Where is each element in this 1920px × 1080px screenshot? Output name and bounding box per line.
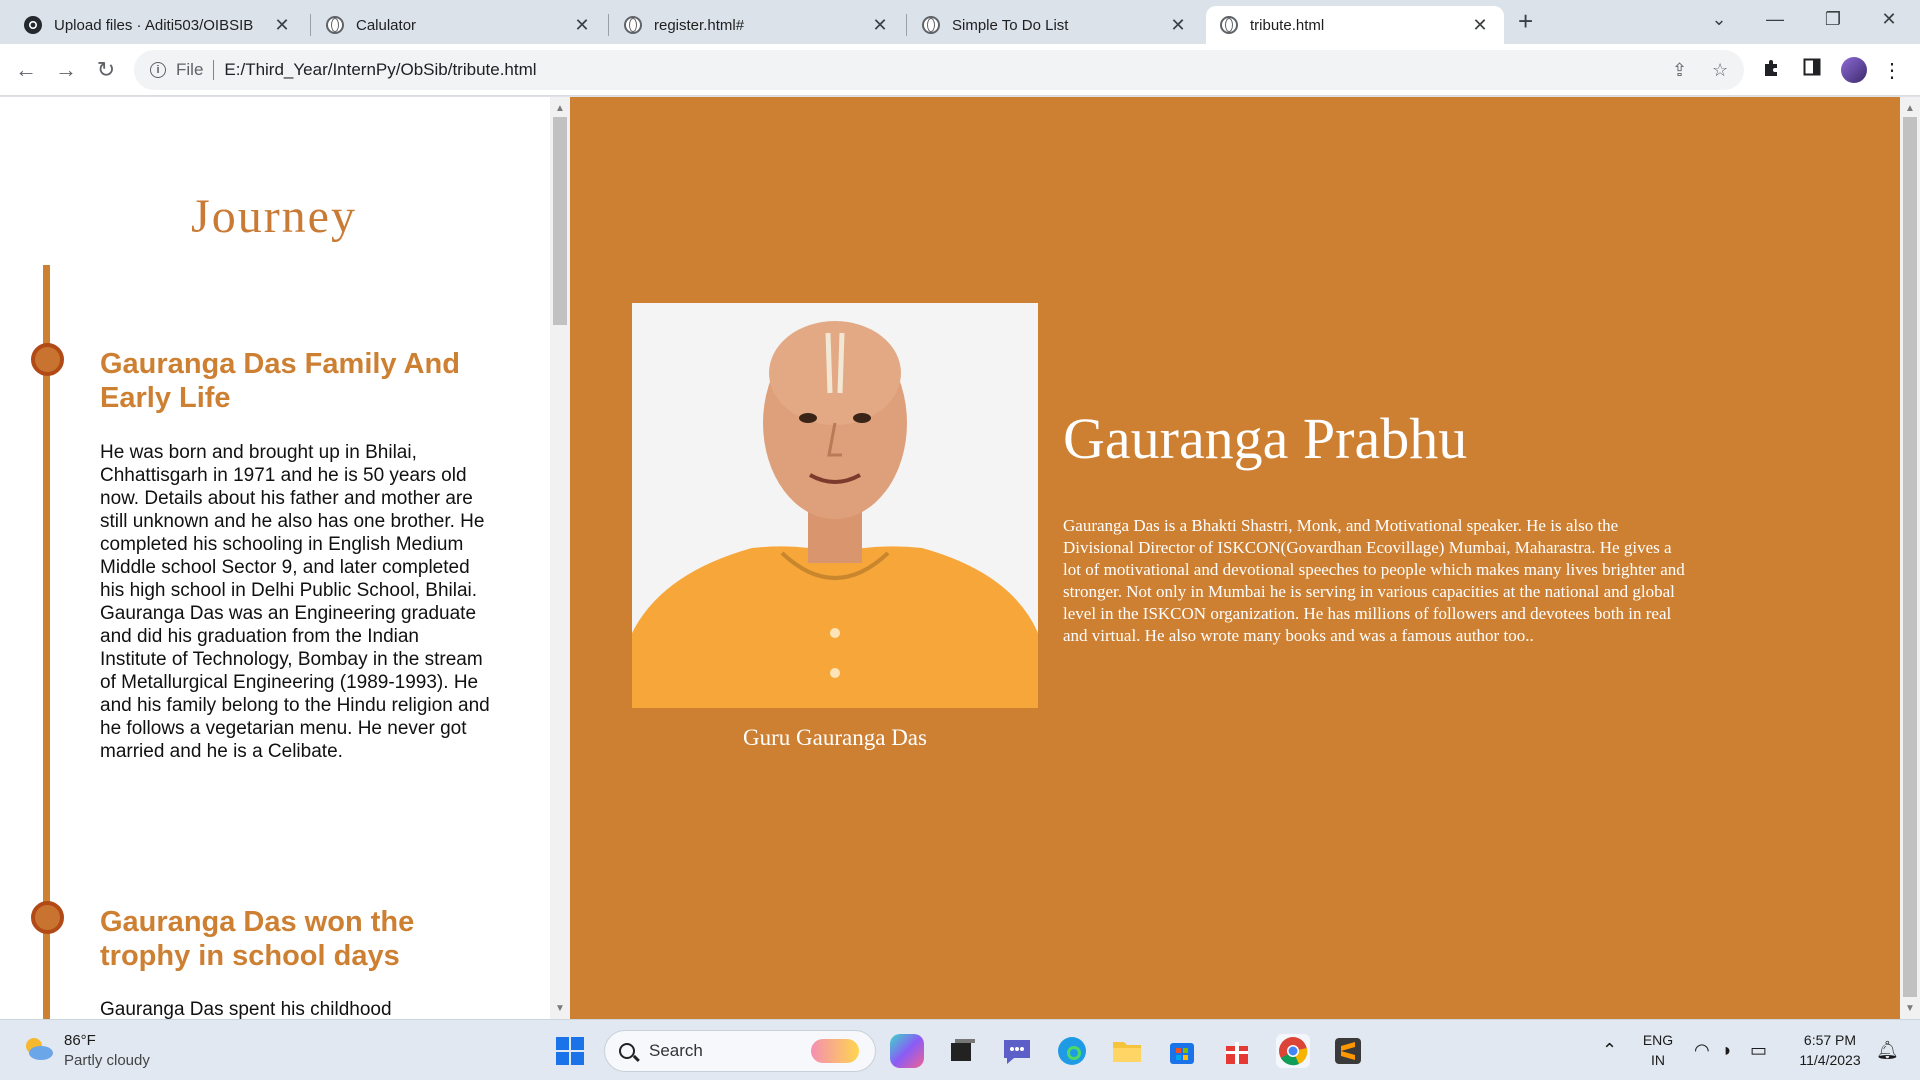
tab-label: tribute.html [1250, 16, 1325, 34]
task-view-icon[interactable] [945, 1034, 979, 1068]
tab-register[interactable]: register.html# ✕ [610, 6, 904, 44]
wifi-icon[interactable]: ◠ [1694, 1040, 1710, 1061]
weather-description[interactable]: Partly cloudy [64, 1052, 150, 1069]
portrait-caption: Guru Gauranga Das [743, 725, 927, 750]
scroll-down-arrow-icon[interactable]: ▼ [1905, 1003, 1915, 1014]
tab-divider [310, 14, 311, 36]
globe-icon [922, 16, 940, 34]
close-icon[interactable]: ✕ [1470, 15, 1490, 36]
browser-toolbar: ← → ↻ i File E:/Third_Year/InternPy/ObSi… [0, 44, 1920, 96]
sublime-text-icon[interactable] [1331, 1034, 1365, 1068]
teams-chat-icon[interactable] [1000, 1034, 1034, 1068]
tab-tribute[interactable]: tribute.html ✕ [1206, 6, 1504, 44]
search-icon [619, 1043, 635, 1059]
clock-time[interactable]: 6:57 PM [1790, 1032, 1870, 1048]
partly-cloudy-icon[interactable] [22, 1034, 54, 1062]
scroll-up-arrow-icon[interactable]: ▲ [555, 103, 565, 114]
tab-divider [608, 14, 609, 36]
scrollbar-thumb[interactable] [553, 117, 567, 325]
forward-arrow-icon[interactable]: → [52, 56, 80, 84]
side-panel-icon[interactable] [1800, 58, 1824, 82]
tribute-name-heading: Gauranga Prabhu [1063, 406, 1468, 471]
file-explorer-icon[interactable] [1110, 1034, 1144, 1068]
search-highlight-icon [811, 1039, 859, 1063]
guru-portrait-image [632, 303, 1038, 708]
tab-strip: Upload files · Aditi503/OIBSIB ✕ Calulat… [0, 0, 1920, 44]
gift-app-icon[interactable] [1220, 1034, 1254, 1068]
extensions-puzzle-icon[interactable] [1760, 58, 1784, 84]
share-icon[interactable]: ⇪ [1672, 60, 1687, 81]
close-icon[interactable]: ✕ [272, 15, 292, 36]
info-icon[interactable]: i [150, 62, 166, 78]
windows-taskbar: 86°F Partly cloudy Search ⌃ ENG IN ◠ ◗ ▭… [0, 1019, 1920, 1080]
event-title: Gauranga Das won the trophy in school da… [100, 906, 415, 972]
globe-icon [624, 16, 642, 34]
tab-label: Simple To Do List [952, 16, 1069, 34]
input-language-bottom[interactable]: IN [1640, 1052, 1676, 1068]
tab-label: Upload files · Aditi503/OIBSIB [54, 16, 254, 34]
search-label: Search [649, 1041, 703, 1060]
minimize-icon[interactable]: — [1752, 4, 1798, 34]
globe-icon [326, 16, 344, 34]
taskbar-search-box[interactable]: Search [604, 1030, 876, 1072]
tribute-bio: Gauranga Das is a Bhakti Shastri, Monk, … [1063, 516, 1685, 645]
event-title: Gauranga Das Family And Early Life [100, 348, 460, 414]
url-text[interactable]: E:/Third_Year/InternPy/ObSib/tribute.htm… [224, 60, 536, 80]
tab-calculator[interactable]: Calulator ✕ [312, 6, 606, 44]
window-close-icon[interactable]: ✕ [1866, 4, 1912, 34]
scroll-up-arrow-icon[interactable]: ▲ [1905, 103, 1915, 114]
bookmark-star-icon[interactable]: ☆ [1712, 60, 1728, 81]
journey-title: Journey [191, 190, 357, 243]
close-icon[interactable]: ✕ [870, 15, 890, 36]
event-text: He was born and brought up in Bhilai, Ch… [100, 442, 490, 762]
scheme-divider [213, 60, 215, 80]
tab-todo-list[interactable]: Simple To Do List ✕ [908, 6, 1202, 44]
tab-search-chevron-icon[interactable]: ⌄ [1696, 4, 1742, 34]
address-bar[interactable]: i File E:/Third_Year/InternPy/ObSib/trib… [134, 50, 1744, 90]
tab-upload-files[interactable]: Upload files · Aditi503/OIBSIB ✕ [10, 6, 306, 44]
edge-browser-icon[interactable] [1055, 1034, 1089, 1068]
event-text: Gauranga Das spent his childhood [100, 999, 392, 1019]
tab-divider [906, 14, 907, 36]
restore-icon[interactable]: ❐ [1810, 4, 1856, 34]
github-icon [24, 16, 42, 34]
chrome-browser-icon[interactable] [1276, 1034, 1310, 1068]
page-scrollbar[interactable]: ▲ ▼ [1900, 97, 1920, 1019]
tribute-section: Guru Gauranga Das Gauranga Prabhu Gauran… [570, 97, 1900, 1019]
scheme-label: File [176, 60, 204, 79]
copilot-icon[interactable] [890, 1034, 924, 1068]
close-icon[interactable]: ✕ [572, 15, 592, 36]
back-arrow-icon[interactable]: ← [12, 56, 40, 84]
journey-section: Journey Gauranga Das Family And Early Li… [0, 97, 550, 1019]
menu-kebab-icon[interactable]: ⋮ [1880, 58, 1904, 83]
reload-icon[interactable]: ↻ [92, 56, 120, 84]
clock-date[interactable]: 11/4/2023 [1790, 1052, 1870, 1068]
show-hidden-icons-chevron-icon[interactable]: ⌃ [1602, 1040, 1617, 1061]
new-tab-button[interactable]: + [1518, 8, 1533, 34]
microsoft-store-icon[interactable] [1165, 1034, 1199, 1068]
windows-start-icon[interactable] [553, 1034, 587, 1068]
journey-scrollbar[interactable]: ▲ ▼ [550, 97, 570, 1019]
tab-label: Calulator [356, 16, 417, 34]
weather-temperature[interactable]: 86°F [64, 1032, 96, 1049]
profile-avatar[interactable] [1841, 57, 1867, 83]
battery-icon[interactable]: ▭ [1750, 1040, 1767, 1061]
tab-label: register.html# [654, 16, 745, 34]
timeline-dot [31, 901, 64, 934]
close-icon[interactable]: ✕ [1168, 15, 1188, 36]
globe-icon [1220, 16, 1238, 34]
input-language-top[interactable]: ENG [1640, 1032, 1676, 1048]
scrollbar-thumb[interactable] [1903, 117, 1917, 997]
volume-icon[interactable]: ◗ [1722, 1040, 1733, 1061]
notification-bell-icon[interactable]: 🔔︎ [1876, 1040, 1899, 1061]
scroll-down-arrow-icon[interactable]: ▼ [555, 1003, 565, 1014]
timeline-dot [31, 343, 64, 376]
